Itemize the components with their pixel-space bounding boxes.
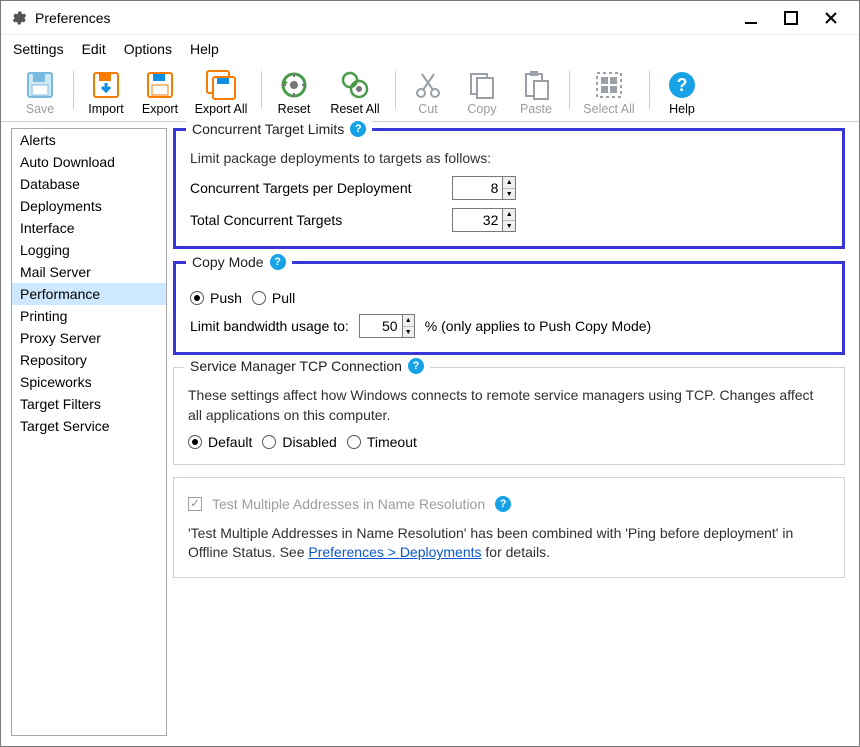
paste-icon [520, 69, 552, 101]
menu-edit[interactable]: Edit [82, 41, 106, 57]
export-button[interactable]: Export [133, 65, 187, 117]
sidebar-item-spiceworks[interactable]: Spiceworks [12, 371, 166, 393]
close-button[interactable] [811, 4, 851, 32]
toolbar: Save Import Export Export All [1, 65, 859, 122]
reset-all-icon [339, 69, 371, 101]
svc-default-radio[interactable]: Default [188, 434, 252, 450]
help-badge-icon[interactable]: ? [350, 121, 366, 137]
name-resolution-note: 'Test Multiple Addresses in Name Resolut… [188, 524, 830, 563]
sidebar-item-proxy-server[interactable]: Proxy Server [12, 327, 166, 349]
copy-button[interactable]: Copy [455, 65, 509, 117]
export-icon [144, 69, 176, 101]
menu-settings[interactable]: Settings [13, 41, 64, 57]
concurrent-target-limits-group: Concurrent Target Limits ? Limit package… [173, 128, 845, 250]
titlebar: Preferences [1, 1, 859, 35]
group-legend: Service Manager TCP Connection ? [184, 358, 430, 374]
svc-disabled-radio[interactable]: Disabled [262, 434, 336, 450]
reset-icon [278, 69, 310, 101]
help-badge-icon[interactable]: ? [270, 254, 286, 270]
sidebar-item-interface[interactable]: Interface [12, 217, 166, 239]
menubar: Settings Edit Options Help [1, 35, 859, 65]
sidebar-item-performance[interactable]: Performance [12, 283, 166, 305]
sidebar-item-target-filters[interactable]: Target Filters [12, 393, 166, 415]
sidebar-item-target-service[interactable]: Target Service [12, 415, 166, 437]
menu-help[interactable]: Help [190, 41, 219, 57]
gear-icon [9, 9, 27, 27]
reset-button[interactable]: Reset [267, 65, 321, 117]
spinner-icon[interactable]: ▲▼ [402, 315, 414, 337]
group-legend: Copy Mode ? [186, 254, 292, 270]
import-button[interactable]: Import [79, 65, 133, 117]
save-button[interactable]: Save [13, 65, 67, 117]
select-all-icon [593, 69, 625, 101]
scissors-icon [412, 69, 444, 101]
bandwidth-limit-label: Limit bandwidth usage to: [190, 318, 349, 334]
copy-icon [466, 69, 498, 101]
sidebar-item-database[interactable]: Database [12, 173, 166, 195]
per-deployment-label: Concurrent Targets per Deployment [190, 180, 442, 196]
menu-options[interactable]: Options [124, 41, 172, 57]
concurrent-desc: Limit package deployments to targets as … [190, 149, 828, 169]
preferences-window: Preferences Settings Edit Options Help S… [0, 0, 860, 747]
svg-text:?: ? [677, 75, 688, 95]
sidebar-item-logging[interactable]: Logging [12, 239, 166, 261]
copy-mode-push-radio[interactable]: Push [190, 290, 242, 306]
cut-button[interactable]: Cut [401, 65, 455, 117]
window-title: Preferences [35, 10, 110, 26]
export-all-icon [205, 69, 237, 101]
name-resolution-label: Test Multiple Addresses in Name Resoluti… [212, 496, 485, 512]
service-manager-desc: These settings affect how Windows connec… [188, 386, 830, 425]
sidebar-item-auto-download[interactable]: Auto Download [12, 151, 166, 173]
preferences-deployments-link[interactable]: Preferences > Deployments [308, 544, 481, 560]
group-legend: Concurrent Target Limits ? [186, 121, 372, 137]
import-icon [90, 69, 122, 101]
content-pane: Concurrent Target Limits ? Limit package… [173, 128, 853, 736]
spinner-icon[interactable]: ▲▼ [502, 209, 515, 231]
service-manager-group: Service Manager TCP Connection ? These s… [173, 367, 845, 464]
per-deployment-input[interactable]: ▲▼ [452, 176, 516, 200]
spinner-icon[interactable]: ▲▼ [502, 177, 515, 199]
svc-timeout-radio[interactable]: Timeout [347, 434, 417, 450]
total-concurrent-label: Total Concurrent Targets [190, 212, 442, 228]
floppy-icon [24, 69, 56, 101]
total-concurrent-input[interactable]: ▲▼ [452, 208, 516, 232]
maximize-button[interactable] [771, 4, 811, 32]
minimize-button[interactable] [731, 4, 771, 32]
sidebar-item-printing[interactable]: Printing [12, 305, 166, 327]
help-button[interactable]: ? Help [655, 65, 709, 117]
help-icon: ? [666, 69, 698, 101]
sidebar-item-mail-server[interactable]: Mail Server [12, 261, 166, 283]
bandwidth-limit-suffix: % (only applies to Push Copy Mode) [425, 318, 651, 334]
export-all-button[interactable]: Export All [187, 65, 255, 117]
sidebar-item-deployments[interactable]: Deployments [12, 195, 166, 217]
name-resolution-checkbox: ✓ [188, 497, 202, 511]
reset-all-button[interactable]: Reset All [321, 65, 389, 117]
select-all-button[interactable]: Select All [575, 65, 643, 117]
help-badge-icon[interactable]: ? [495, 496, 511, 512]
copy-mode-group: Copy Mode ? Push Pull Limit bandwidth us… [173, 261, 845, 355]
name-resolution-group: ✓ Test Multiple Addresses in Name Resolu… [173, 477, 845, 578]
copy-mode-pull-radio[interactable]: Pull [252, 290, 295, 306]
help-badge-icon[interactable]: ? [408, 358, 424, 374]
sidebar-item-alerts[interactable]: Alerts [12, 129, 166, 151]
sidebar-item-repository[interactable]: Repository [12, 349, 166, 371]
bandwidth-limit-input[interactable]: ▲▼ [359, 314, 415, 338]
paste-button[interactable]: Paste [509, 65, 563, 117]
preferences-sidebar[interactable]: AlertsAuto DownloadDatabaseDeploymentsIn… [11, 128, 167, 736]
